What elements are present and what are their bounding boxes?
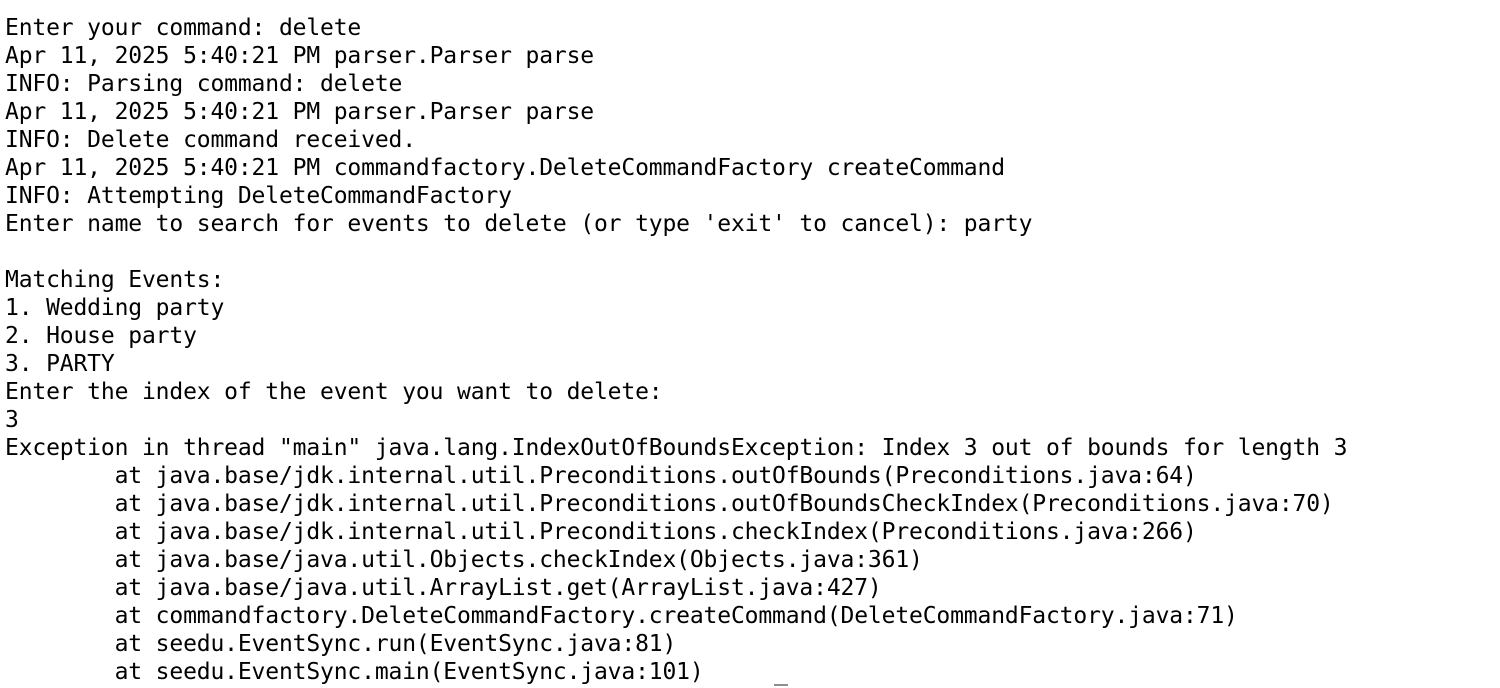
terminal-line: at java.base/jdk.internal.util.Precondit… bbox=[5, 463, 1197, 489]
terminal-line: Apr 11, 2025 5:40:21 PM commandfactory.D… bbox=[5, 155, 1005, 181]
terminal-line: INFO: Parsing command: delete bbox=[5, 71, 403, 97]
terminal-line: 3 bbox=[5, 407, 19, 433]
terminal-line: 1. Wedding party bbox=[5, 295, 225, 321]
terminal-line: Exception in thread "main" java.lang.Ind… bbox=[5, 435, 1348, 461]
terminal-line: Apr 11, 2025 5:40:21 PM parser.Parser pa… bbox=[5, 99, 594, 125]
terminal-line: Matching Events: bbox=[5, 267, 225, 293]
terminal-line: at java.base/java.util.ArrayList.get(Arr… bbox=[5, 575, 882, 601]
terminal-line: 3. PARTY bbox=[5, 351, 115, 377]
terminal-line: at seedu.EventSync.main(EventSync.java:1… bbox=[5, 659, 704, 685]
text-cursor bbox=[774, 684, 788, 686]
terminal-line: at seedu.EventSync.run(EventSync.java:81… bbox=[5, 631, 677, 657]
terminal-line: Enter the index of the event you want to… bbox=[5, 379, 663, 405]
terminal-line: Enter name to search for events to delet… bbox=[5, 211, 1033, 237]
terminal-line: at java.base/java.util.Objects.checkInde… bbox=[5, 547, 923, 573]
terminal-line: Apr 11, 2025 5:40:21 PM parser.Parser pa… bbox=[5, 43, 594, 69]
terminal-output: Enter your command: delete Apr 11, 2025 5… bbox=[5, 14, 1347, 686]
terminal-line: Enter your command: delete bbox=[5, 15, 362, 41]
terminal-line: at commandfactory.DeleteCommandFactory.c… bbox=[5, 603, 1238, 629]
terminal-line: 2. House party bbox=[5, 323, 197, 349]
terminal-line: INFO: Attempting DeleteCommandFactory bbox=[5, 183, 512, 209]
terminal-line: at java.base/jdk.internal.util.Precondit… bbox=[5, 491, 1334, 517]
terminal-line: at java.base/jdk.internal.util.Precondit… bbox=[5, 519, 1197, 545]
terminal-line: INFO: Delete command received. bbox=[5, 127, 416, 153]
terminal-window[interactable]: Enter your command: delete Apr 11, 2025 5… bbox=[0, 0, 1500, 688]
